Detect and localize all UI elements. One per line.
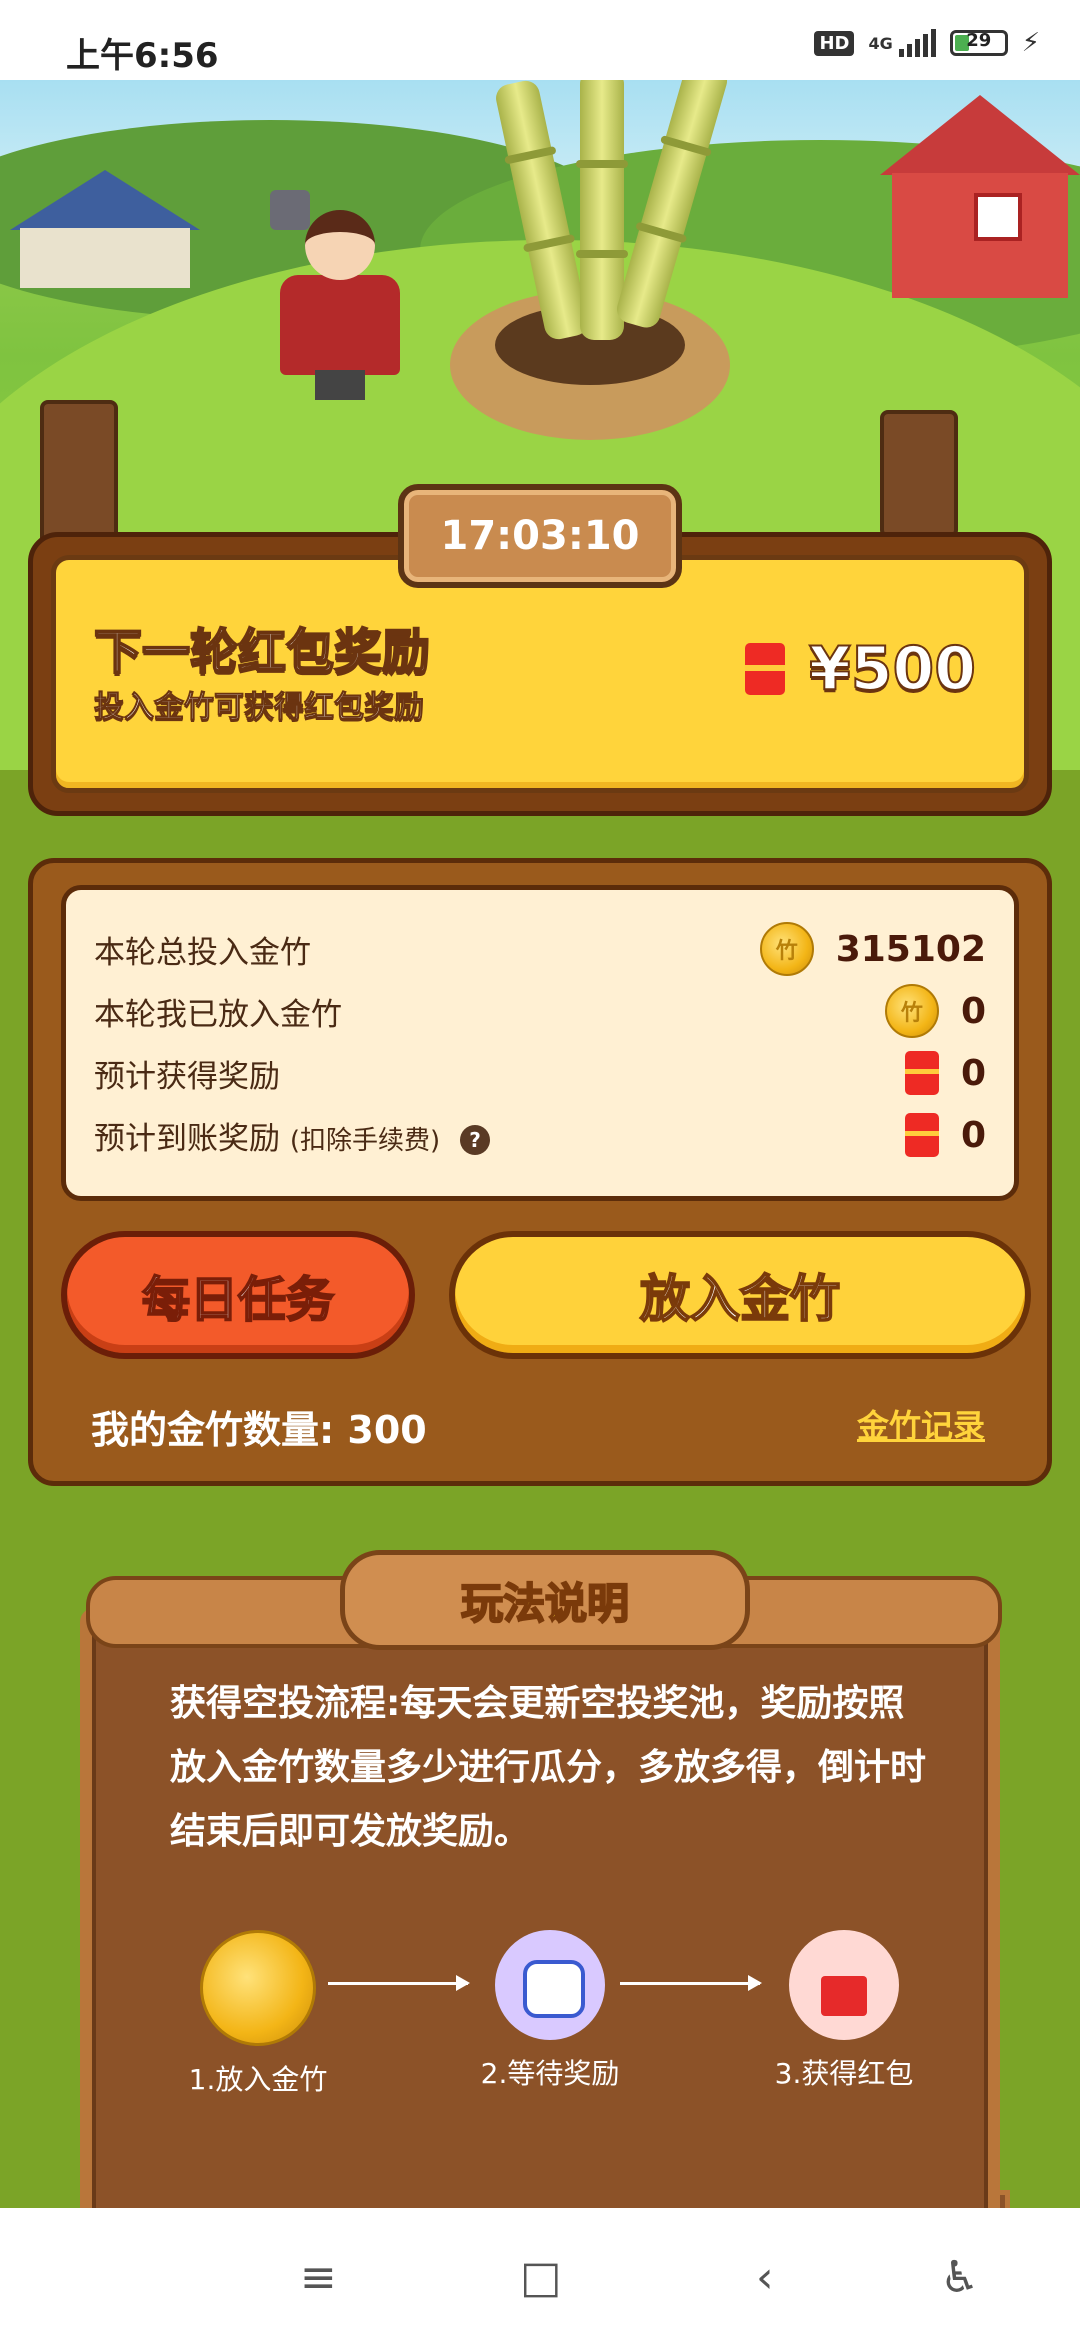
stat-label: 预计获得奖励	[94, 1058, 280, 1095]
system-nav-bar: ≡ □ ‹ ♿	[0, 2208, 1080, 2340]
coin-icon	[759, 922, 814, 976]
stats-panel: 本轮总投入金竹 315102 本轮我已放入金竹 0 预计获得奖励 0 预计到账奖…	[28, 858, 1052, 1486]
my-bamboo-count: 我的金竹数量: 300	[91, 1408, 427, 1452]
step-label: 3.获得红包	[774, 2057, 914, 2090]
status-bar: 上午6:56 HD 4G 29 ⚡	[0, 0, 1080, 80]
stat-note: (扣除手续费)	[289, 1125, 441, 1156]
reward-title: 下一轮红包奖励	[93, 623, 431, 681]
red-barn	[880, 95, 1080, 298]
arrow-right-icon	[328, 1975, 470, 1991]
hd-icon: HD	[814, 30, 855, 56]
home-icon[interactable]: □	[520, 2252, 562, 2303]
bamboo-record-link[interactable]: 金竹记录	[857, 1401, 985, 1447]
daily-task-button[interactable]: 每日任务	[61, 1231, 415, 1359]
next-reward-card: 下一轮红包奖励 投入金竹可获得红包奖励 ¥500	[51, 555, 1029, 793]
rules-title-plate: 玩法说明	[340, 1550, 750, 1650]
rules-steps: 1.放入金竹 2.等待奖励 3.获得红包	[168, 1930, 928, 2110]
red-packet-icon	[745, 643, 785, 695]
step-label: 2.等待奖励	[480, 2057, 620, 2090]
reward-amount-group: ¥500	[745, 633, 977, 705]
stat-row-my-deposit: 本轮我已放入金竹 0	[94, 980, 986, 1042]
network-type: 4G	[868, 33, 893, 53]
charging-icon: ⚡	[1021, 28, 1040, 58]
battery-icon: 29	[949, 30, 1008, 56]
blue-house	[0, 170, 200, 290]
coin-icon	[884, 984, 939, 1038]
fence-post	[40, 400, 118, 548]
step-wait: 2.等待奖励	[460, 1930, 640, 2092]
red-gift-box-icon	[789, 1930, 899, 2040]
rules-text: 获得空投流程:每天会更新空投奖池，奖励按照放入金竹数量多少进行瓜分，多放多得，倒…	[170, 1683, 927, 1852]
menu-icon[interactable]: ≡	[300, 2252, 337, 2303]
red-packet-icon	[904, 1051, 939, 1095]
battery-percent: 29	[966, 30, 992, 51]
reward-subtitle: 投入金竹可获得红包奖励	[94, 690, 425, 726]
red-packet-icon	[904, 1113, 939, 1157]
stat-label: 预计到账奖励	[94, 1120, 280, 1157]
step-deposit: 1.放入金竹	[168, 1930, 348, 2098]
rules-title: 玩法说明	[460, 1578, 630, 1629]
stat-value-group: 0	[904, 1113, 986, 1157]
reward-amount: ¥500	[808, 633, 977, 705]
back-icon[interactable]: ‹	[756, 2252, 774, 2303]
stat-value: 0	[960, 1052, 986, 1094]
stat-value-group: 315102	[759, 922, 986, 976]
stat-value-group: 0	[884, 984, 986, 1038]
stats-card: 本轮总投入金竹 315102 本轮我已放入金竹 0 预计获得奖励 0 预计到账奖…	[61, 885, 1019, 1201]
arrow-right-icon	[620, 1975, 762, 1991]
stat-label: 本轮总投入金竹	[94, 934, 311, 971]
status-icons: HD 4G 29 ⚡	[814, 28, 1040, 58]
stat-label-group: 预计到账奖励 (扣除手续费) ?	[94, 1113, 491, 1158]
deposit-bamboo-button[interactable]: 放入金竹	[449, 1231, 1031, 1359]
stat-row-expected-reward: 预计获得奖励 0	[94, 1042, 986, 1104]
status-time: 上午6:56	[66, 36, 219, 76]
mascot-waiting-icon	[495, 1930, 605, 2040]
fence-post	[880, 410, 958, 538]
bamboo-stalk	[576, 80, 628, 340]
stat-value: 0	[960, 990, 986, 1032]
countdown-timer: 17:03:10	[398, 484, 682, 588]
accessibility-icon[interactable]: ♿	[940, 2252, 979, 2303]
signal-icon	[898, 29, 936, 57]
stat-value: 0	[960, 1114, 986, 1156]
step-get-red-packet: 3.获得红包	[754, 1930, 934, 2092]
help-icon[interactable]: ?	[460, 1125, 491, 1155]
stat-value-group: 0	[904, 1051, 986, 1095]
stat-row-expected-credit: 预计到账奖励 (扣除手续费) ? 0	[94, 1104, 986, 1166]
gold-bamboo-coin-icon	[200, 1930, 316, 2046]
farmer-character	[270, 190, 410, 400]
stat-row-total-deposit: 本轮总投入金竹 315102	[94, 918, 986, 980]
stat-label: 本轮我已放入金竹	[94, 996, 342, 1033]
step-label: 1.放入金竹	[188, 2063, 328, 2096]
stat-value: 315102	[835, 928, 986, 970]
